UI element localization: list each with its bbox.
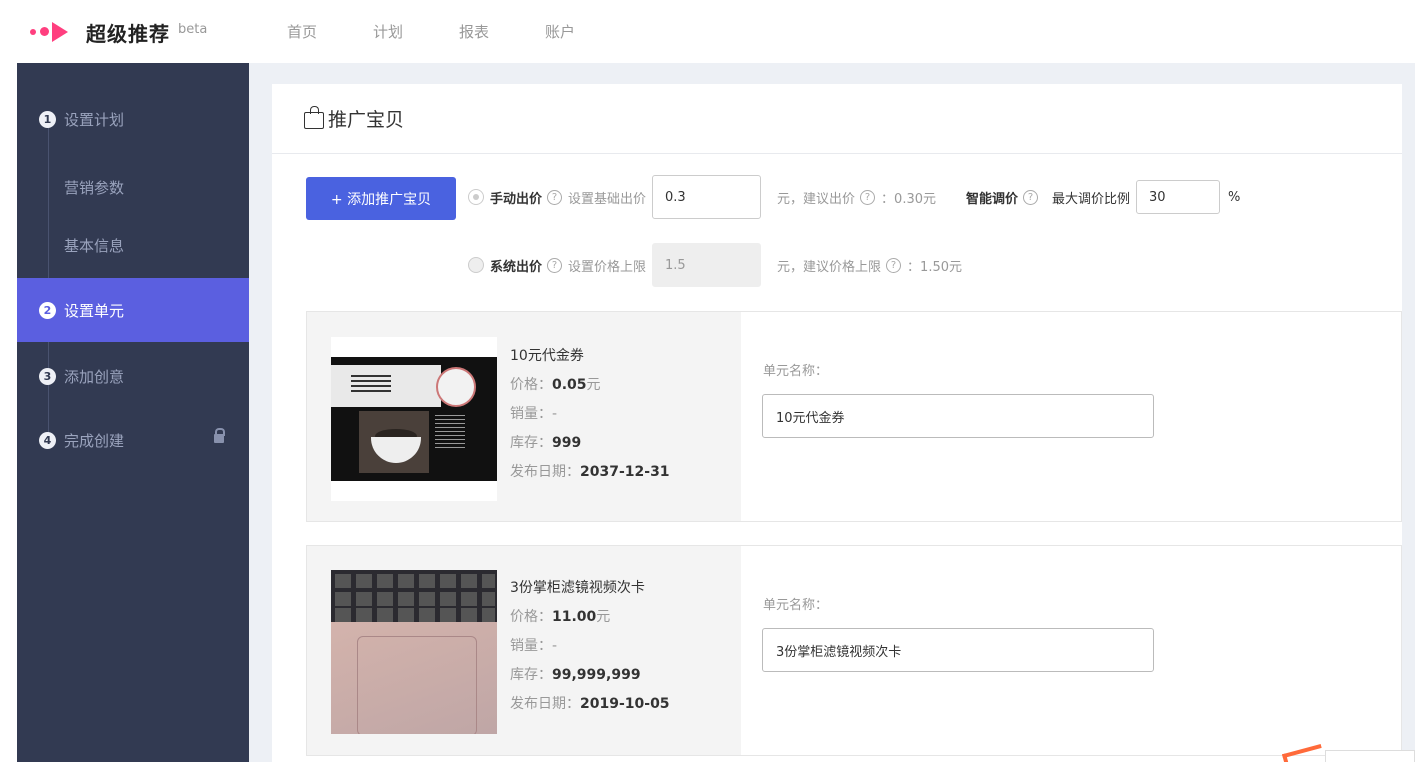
product-price: 0.05 [552,377,587,393]
manual-bid-label: 手动出价 [490,191,543,207]
product-sales: - [552,406,558,422]
suggest-cap-label: 元，建议价格上限 [777,259,882,275]
app-logo[interactable]: 超级推荐 beta [28,17,207,47]
product-date: 2037-12-31 [580,464,670,480]
top-navbar: 超级推荐 beta 首页 计划 报表 账户 [0,0,1415,63]
product-details: 3份掌柜滤镜视频次卡 价格：11.00元 销量：- 库存：99,999,999 … [510,574,670,719]
help-icon[interactable]: ? [860,189,876,205]
manual-bid-row: 手动出价 ? 设置基础出价 0.3 元，建议出价 ? ：0.30元 智能调价 ?… [468,175,1240,219]
add-promoted-item-button[interactable]: + 添加推广宝贝 [306,177,456,220]
product-card: 3份掌柜滤镜视频次卡 价格：11.00元 销量：- 库存：99,999,999 … [306,545,1402,756]
manual-bid-radio[interactable] [468,189,484,205]
nav-item-report[interactable]: 报表 [459,21,489,42]
price-unit: 元 [586,377,601,393]
sidebar-step-label: 营销参数 [64,178,125,197]
unit-name-label: 单元名称： [763,598,829,613]
base-bid-label: 设置基础出价 [568,191,647,207]
main-nav: 首页 计划 报表 账户 [287,0,631,63]
sidebar-substep-basic-info[interactable]: 基本信息 [17,213,249,277]
sidebar-step-set-plan[interactable]: 1 设置计划 [17,87,249,151]
floating-helper-panel[interactable] [1325,750,1415,762]
max-ratio-input[interactable]: 30 [1136,180,1221,214]
percent-unit: % [1228,189,1241,205]
sidebar-step-set-unit[interactable]: 2 设置单元 [17,278,249,342]
base-bid-input[interactable]: 0.3 [652,175,762,219]
unit-name-input[interactable]: 3份掌柜滤镜视频次卡 [762,628,1154,672]
product-thumbnail [331,337,497,501]
stock-label: 库存： [510,435,552,451]
max-ratio-label: 最大调价比例 [1052,191,1131,207]
system-bid-radio[interactable] [468,257,484,273]
step-number-badge: 1 [39,110,56,128]
product-name: 3份掌柜滤镜视频次卡 [510,580,645,596]
sidebar-step-label: 设置单元 [64,301,125,320]
sidebar-step-label: 添加创意 [64,367,125,386]
step-number-badge: 4 [39,431,56,449]
product-sales: - [552,638,558,654]
product-name: 10元代金券 [510,348,584,364]
product-date: 2019-10-05 [580,696,670,712]
price-cap-input[interactable]: 1.5 [652,243,762,287]
sales-label: 销量： [510,406,552,422]
help-icon[interactable]: ? [547,257,563,273]
system-bid-label: 系统出价 [490,259,543,275]
suggest-cap-value: ：1.50元 [907,259,962,275]
product-stock: 999 [552,435,582,451]
help-icon[interactable]: ? [547,189,563,205]
price-cap-label: 设置价格上限 [568,259,647,275]
help-icon[interactable]: ? [886,257,902,273]
price-unit: 元 [596,609,611,625]
help-icon[interactable]: ? [1023,189,1039,205]
app-name: 超级推荐 [86,21,170,46]
logo-mark-icon [28,17,74,47]
sidebar-step-label: 基本信息 [64,236,125,255]
nav-item-home[interactable]: 首页 [287,21,317,42]
unit-name-label: 单元名称： [763,364,829,379]
system-bid-row: 系统出价 ? 设置价格上限 1.5 元，建议价格上限 ? ：1.50元 [468,243,962,287]
unit-name-input[interactable]: 10元代金券 [762,394,1154,438]
sidebar-step-add-creative[interactable]: 3 添加创意 [17,344,249,408]
date-label: 发布日期： [510,696,580,712]
price-label: 价格： [510,377,552,393]
sidebar-step-finish[interactable]: 4 完成创建 [17,408,249,472]
date-label: 发布日期： [510,464,580,480]
product-price: 11.00 [552,609,597,625]
sidebar-substep-marketing-params[interactable]: 营销参数 [17,155,249,219]
sales-label: 销量： [510,638,552,654]
suggest-bid-label: 元，建议出价 [777,191,856,207]
nav-item-account[interactable]: 账户 [545,21,575,42]
suggest-bid-value: ：0.30元 [881,191,936,207]
panel-title: 推广宝贝 [328,109,405,131]
step-number-badge: 2 [39,301,56,319]
product-card: 10元代金券 价格：0.05元 销量：- 库存：999 发布日期：2037-12… [306,311,1402,522]
price-label: 价格： [510,609,552,625]
sidebar-step-label: 设置计划 [64,110,125,129]
step-sidebar: 1 设置计划 营销参数 基本信息 2 设置单元 3 添加创意 4 完成创建 [17,63,249,762]
sidebar-step-label: 完成创建 [64,431,125,450]
product-details: 10元代金券 价格：0.05元 销量：- 库存：999 发布日期：2037-12… [510,342,670,487]
nav-item-plan[interactable]: 计划 [373,21,403,42]
beta-tag: beta [178,21,208,37]
panel-header: 推广宝贝 [272,84,1402,154]
shopping-bag-icon [304,106,324,129]
stock-label: 库存： [510,667,552,683]
product-stock: 99,999,999 [552,667,641,683]
step-number-badge: 3 [39,367,56,385]
product-thumbnail [331,570,497,734]
smart-adjust-label: 智能调价 [966,191,1019,207]
lock-icon [214,428,225,443]
